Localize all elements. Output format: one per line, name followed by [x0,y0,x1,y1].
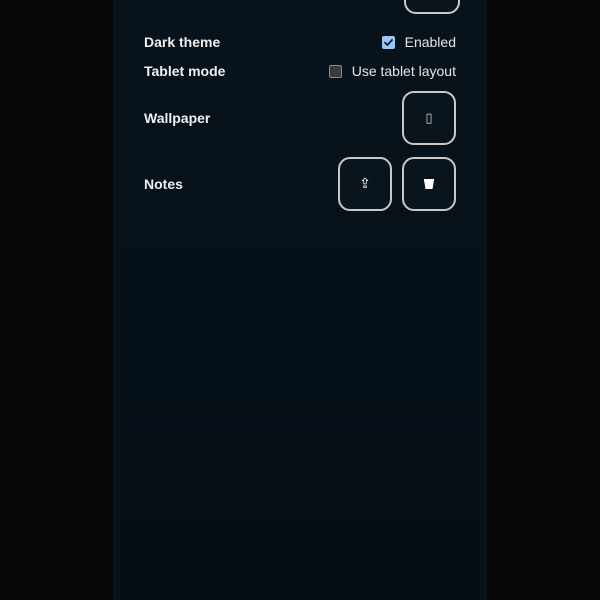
tablet-mode-row: Tablet mode Use tablet layout [144,61,456,81]
previous-setting-button[interactable] [404,0,460,14]
dark-theme-row: Dark theme Enabled [144,32,456,52]
dark-theme-label: Dark theme [144,34,221,50]
wallpaper-label: Wallpaper [144,110,211,126]
wallpaper-button[interactable]: ▯ [402,91,456,145]
notes-actions: ⇪ [338,157,456,211]
tablet-mode-label: Tablet mode [144,63,226,79]
delete-notes-button[interactable] [402,157,456,211]
dark-theme-checkbox-label: Enabled [404,34,456,50]
checkbox-checked-icon[interactable] [381,35,395,49]
trash-icon [424,179,434,189]
tablet-mode-checkbox[interactable]: Use tablet layout [328,63,456,79]
screen: Dark theme Enabled Tablet mode Use table… [0,0,600,600]
image-icon: ▯ [425,110,433,126]
settings-panel: Dark theme Enabled Tablet mode Use table… [120,0,480,600]
wallpaper-row: Wallpaper ▯ [144,91,456,145]
dark-theme-checkbox[interactable]: Enabled [381,34,456,50]
tablet-mode-checkbox-label: Use tablet layout [351,63,456,79]
notes-label: Notes [144,176,183,192]
checkbox-unchecked-icon[interactable] [328,64,342,78]
upload-icon: ⇪ [359,176,371,192]
notes-row: Notes ⇪ [144,157,456,211]
upload-notes-button[interactable]: ⇪ [338,157,392,211]
checkmark-icon [383,38,393,46]
